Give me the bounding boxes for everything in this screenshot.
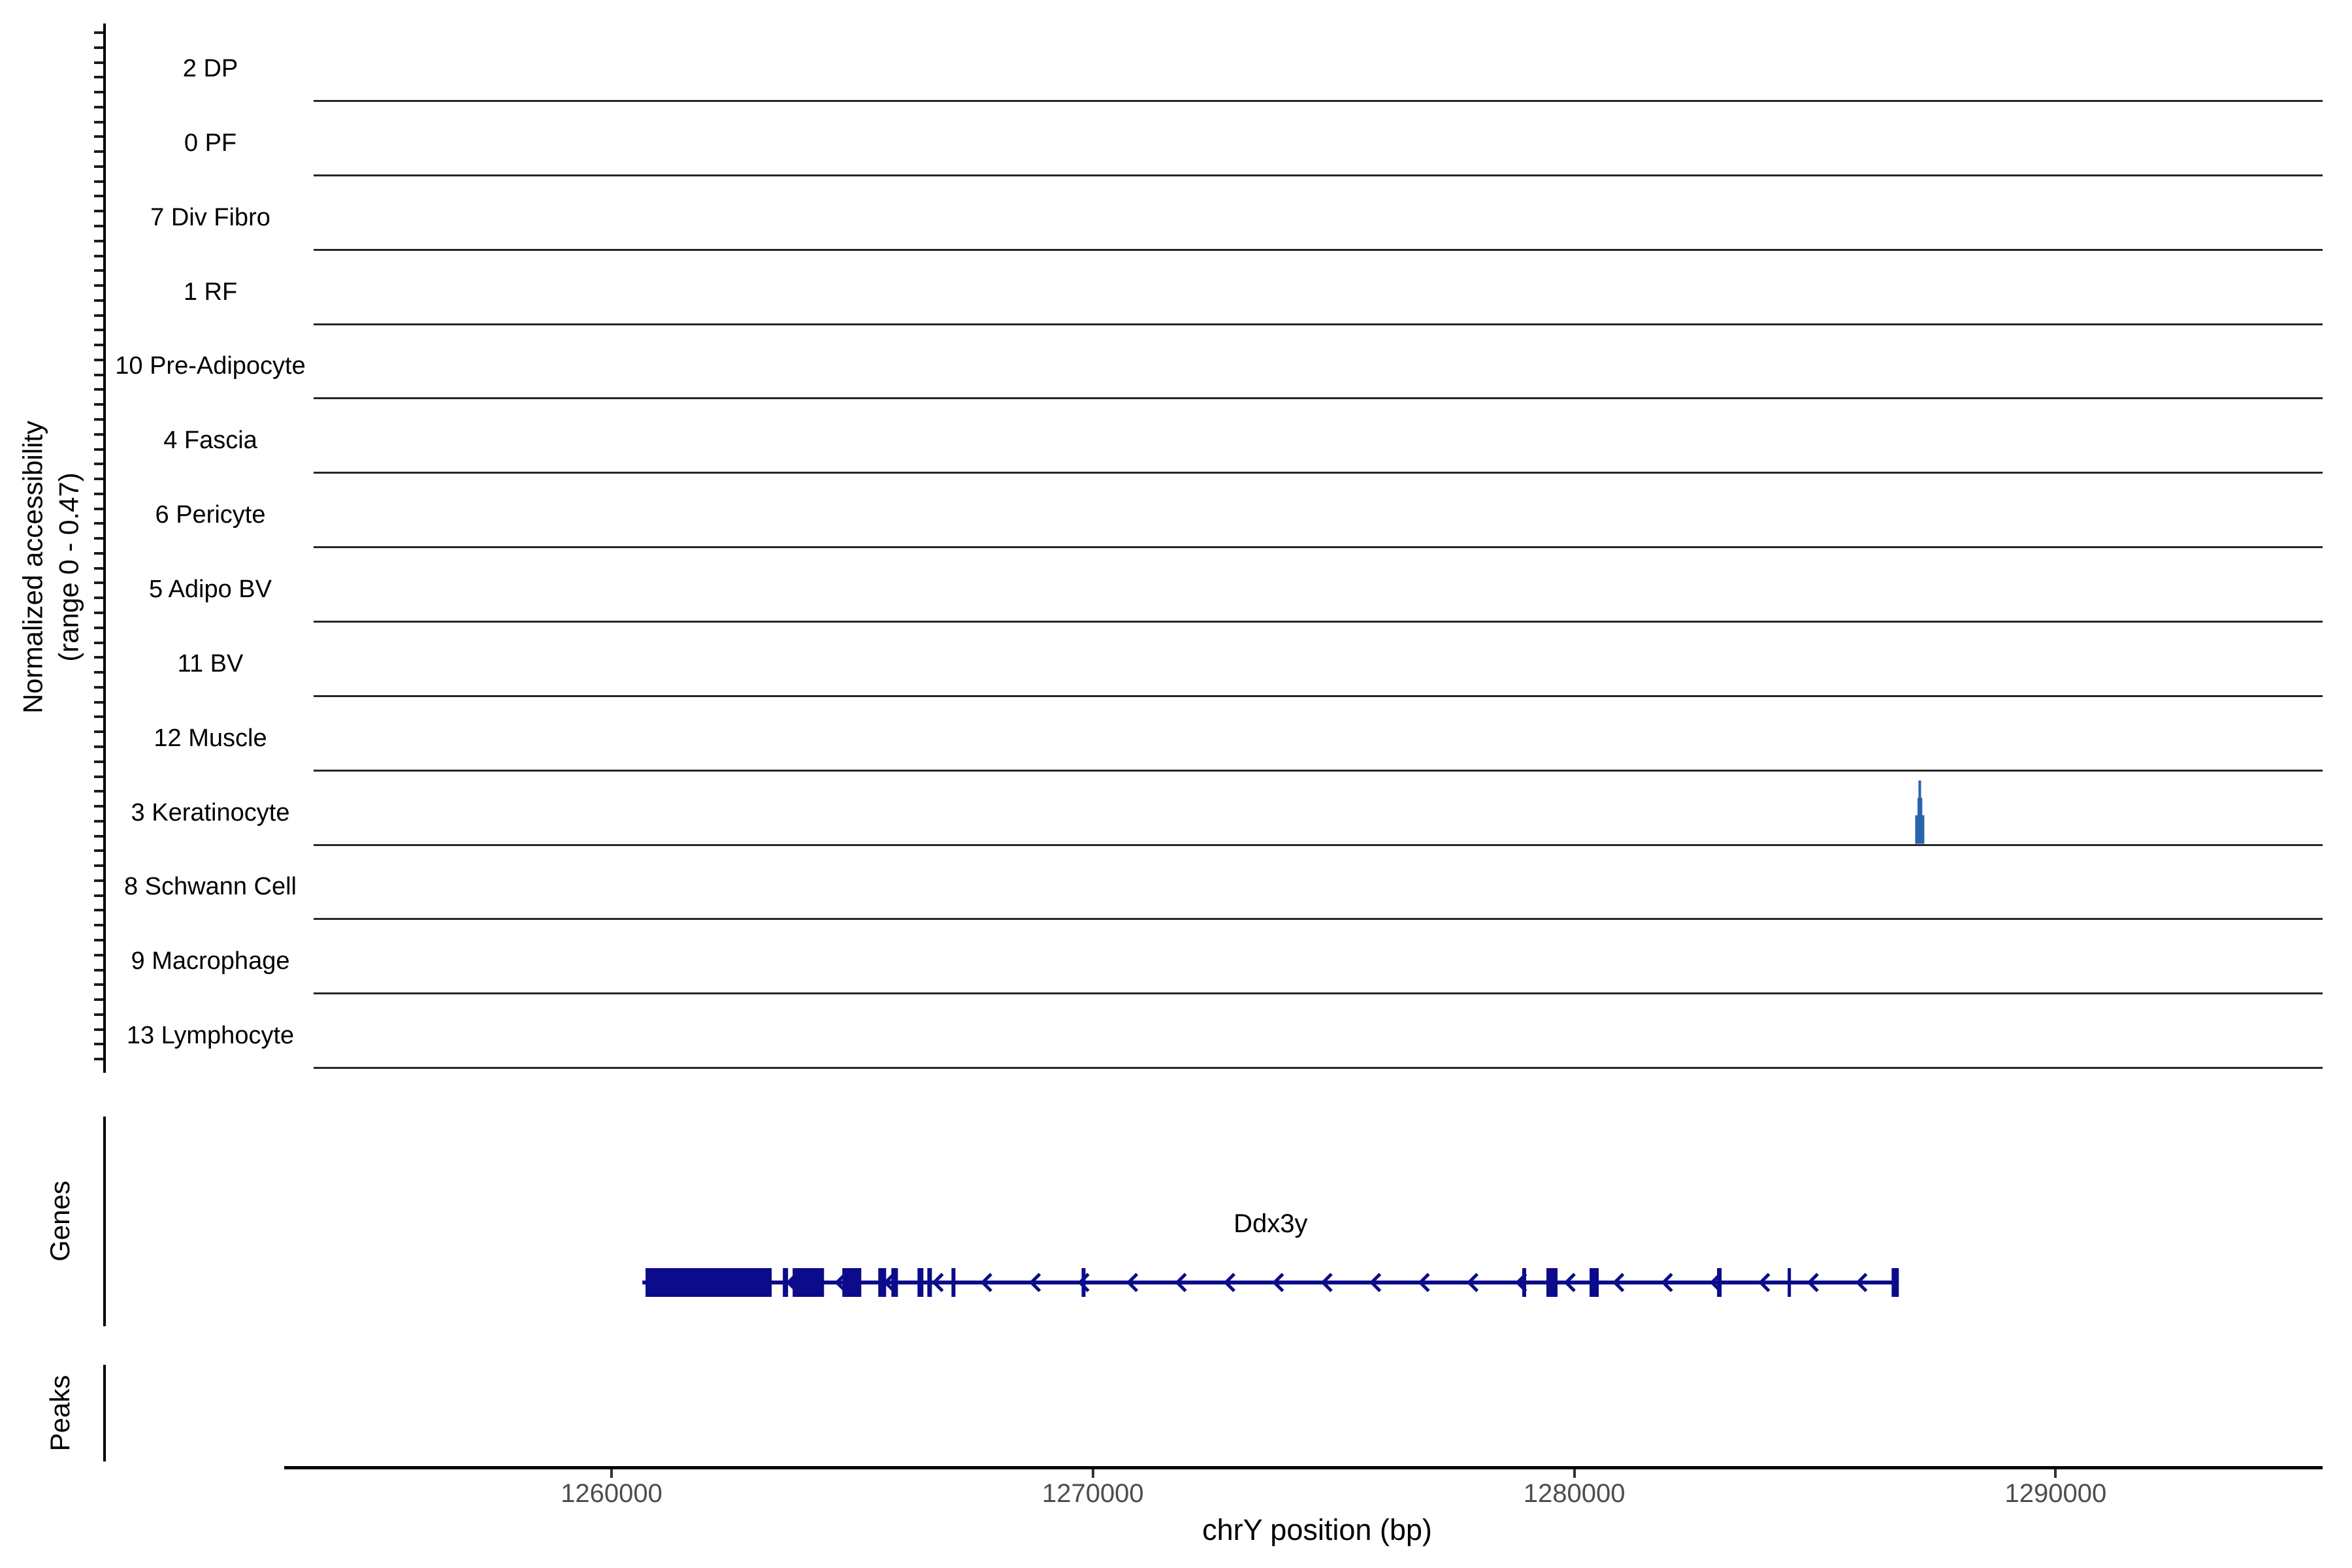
gene-exon [927,1268,932,1297]
x-axis-tick-label: 1260000 [500,1479,723,1509]
gene-exon [917,1268,923,1297]
x-axis-tick [2054,1469,2057,1478]
gene-exon [1891,1268,1899,1297]
gene-exon [1590,1268,1599,1297]
browser-track-figure: Normalized accessibility (range 0 - 0.47… [0,0,2352,1568]
gene-exon [1717,1268,1722,1297]
gene-exon [891,1268,898,1297]
gene-exon [951,1268,955,1297]
genes-section-label: Genes [44,1181,76,1262]
gene-exon [1522,1268,1526,1297]
x-axis-tick-label: 1270000 [982,1479,1204,1509]
x-axis-tick [1092,1469,1094,1478]
x-axis-title: chrY position (bp) [1202,1513,1432,1547]
peaks-section-label: Peaks [44,1375,76,1452]
browser-plot-svg: Ddx3y [0,0,2352,1568]
gene-exon [645,1268,772,1297]
x-axis-line [284,1466,2323,1469]
x-axis-tick-label: 1290000 [1944,1479,2166,1509]
gene-name-label: Ddx3y [1233,1209,1307,1238]
peaks-section-bracket [103,1365,106,1462]
x-axis-tick [610,1469,613,1478]
accessibility-peak [1915,815,1924,844]
gene-exon [842,1268,861,1297]
gene-exon [1788,1268,1791,1297]
genes-section-bracket [103,1117,106,1326]
x-axis-tick-label: 1280000 [1463,1479,1686,1509]
x-axis-tick [1573,1469,1576,1478]
gene-exon [1546,1268,1558,1297]
gene-exon [792,1268,824,1297]
